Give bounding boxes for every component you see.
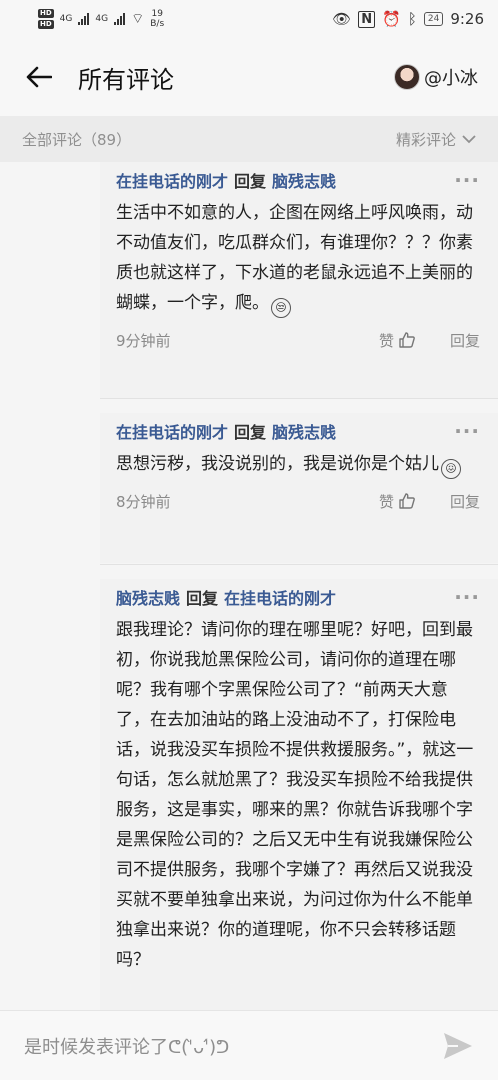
status-left: HD HD 4G 4G ⌔ 19 B/s: [38, 9, 164, 29]
wifi-icon: ⌔: [131, 11, 145, 27]
reply-body: 跟我理论？请问你的理在哪里呢？好吧，回到最初，你说我尬黑保险公司，请问你的道理在…: [116, 620, 474, 970]
comment-input-bar: 是时候发表评论了ᕦ(ˈ̀ᴗˈ́)ᕤ: [0, 1010, 498, 1080]
more-dots-icon[interactable]: ···: [454, 168, 480, 192]
hd-badge-1: HD: [38, 9, 54, 18]
avatar: [394, 64, 420, 90]
reply-item: 在挂电话的刚才 回复 脑残志贱 ··· 生活中不如意的人，企图在网络上呼风唤雨，动不…: [100, 162, 498, 398]
send-icon[interactable]: [442, 1030, 474, 1062]
like-button[interactable]: 赞: [379, 491, 416, 512]
reply-header: 在挂电话的刚才 回复 脑残志贱 ···: [116, 413, 480, 449]
reply-text: 思想污秽，我没说别的，我是说你是个姑儿 😖: [116, 449, 480, 479]
author-link[interactable]: 在挂电话的刚才: [116, 423, 228, 442]
sort-dropdown[interactable]: 精彩评论: [396, 129, 476, 150]
author-link[interactable]: 在挂电话的刚才: [116, 172, 228, 191]
back-button[interactable]: [0, 38, 78, 116]
network-type-2: 4G: [95, 14, 109, 24]
hd-indicators: HD HD: [38, 9, 54, 29]
reply-meta: 9分钟前 赞 回复: [116, 318, 480, 362]
divider: [100, 398, 498, 399]
thumbs-up-icon: [399, 493, 415, 509]
emoji-icon: 😖: [441, 459, 461, 479]
arrow-left-icon: [26, 66, 52, 88]
divider: [100, 564, 498, 565]
reply-header: 在挂电话的刚才 回复 脑残志贱 ···: [116, 162, 480, 198]
reply-body: 生活中不如意的人，企图在网络上呼风唤雨，动不动值友们，吃瓜群众们，有谁理你？？？…: [116, 203, 473, 313]
status-bar: HD HD 4G 4G ⌔ 19 B/s 👁 N ⏰ ᛒ 24 9:26: [0, 0, 498, 38]
target-link[interactable]: 脑残志贱: [272, 172, 336, 191]
network-speed: 19 B/s: [150, 9, 164, 29]
reply-header: 脑残志贱 回复 在挂电话的刚才 ···: [116, 579, 480, 615]
reply-body: 思想污秽，我没说别的，我是说你是个姑儿: [116, 454, 439, 474]
network-type-1: 4G: [59, 14, 73, 24]
chevron-down-icon: [462, 135, 476, 144]
reply-button[interactable]: 回复: [450, 491, 480, 512]
reply-text: 生活中不如意的人，企图在网络上呼风唤雨，动不动值友们，吃瓜群众们，有谁理你？？？…: [116, 198, 480, 318]
like-button[interactable]: 赞: [379, 330, 416, 351]
signal-icon-2: [114, 13, 126, 25]
emoji-icon: 😒: [271, 298, 291, 318]
target-link[interactable]: 脑残志贱: [272, 423, 336, 442]
reply-verb: 回复: [186, 589, 219, 608]
speed-value: 19: [151, 9, 163, 19]
clock-time: 9:26: [450, 10, 484, 28]
target-link[interactable]: 在挂电话的刚才: [224, 589, 336, 608]
page-title: 所有评论: [78, 65, 174, 94]
thread-indent-rail: [0, 162, 100, 1010]
reply-time: 8分钟前: [116, 492, 171, 511]
thumbs-up-icon: [399, 332, 415, 348]
signal-icon: [78, 13, 90, 25]
comment-input[interactable]: 是时候发表评论了ᕦ(ˈ̀ᴗˈ́)ᕤ: [24, 1033, 229, 1059]
hd-badge-2: HD: [38, 20, 54, 29]
reply-verb: 回复: [234, 423, 267, 442]
reply-time: 9分钟前: [116, 331, 171, 350]
comment-filter-bar: 全部评论（89） 精彩评论: [0, 116, 498, 162]
like-label: 赞: [378, 331, 394, 350]
alarm-icon: ⏰: [382, 10, 401, 28]
reply-verb: 回复: [234, 172, 267, 191]
bluetooth-icon: ᛒ: [407, 10, 417, 28]
eye-icon: 👁: [332, 10, 352, 28]
reply-meta: 8分钟前 赞 回复: [116, 479, 480, 523]
reply-item: 脑残志贱 回复 在挂电话的刚才 ··· 跟我理论？请问你的理在哪里呢？好吧，回到最初…: [100, 579, 498, 1010]
nfc-icon: N: [358, 10, 376, 28]
app-header: 所有评论 @小冰: [0, 38, 498, 116]
reply-item: 在挂电话的刚才 回复 脑残志贱 ··· 思想污秽，我没说别的，我是说你是个姑儿 😖 8…: [100, 413, 498, 563]
battery-icon: 24: [423, 12, 444, 26]
sort-label: 精彩评论: [395, 130, 456, 149]
status-right: 👁 N ⏰ ᛒ 24 9:26: [332, 10, 484, 28]
author-link[interactable]: 脑残志贱: [116, 589, 180, 608]
reply-button[interactable]: 回复: [450, 330, 480, 351]
like-label: 赞: [378, 492, 394, 511]
more-dots-icon[interactable]: ···: [454, 585, 480, 609]
comments-list: 在挂电话的刚才 回复 脑残志贱 ··· 生活中不如意的人，企图在网络上呼风唤雨，动不…: [0, 162, 498, 1010]
speed-unit: B/s: [150, 19, 165, 29]
user-profile[interactable]: @小冰: [394, 64, 498, 90]
more-dots-icon[interactable]: ···: [454, 419, 480, 443]
reply-text: 跟我理论？请问你的理在哪里呢？好吧，回到最初，你说我尬黑保险公司，请问你的道理在…: [116, 615, 480, 975]
username: @小冰: [424, 68, 478, 89]
all-comments-count: 全部评论（89）: [22, 130, 132, 149]
